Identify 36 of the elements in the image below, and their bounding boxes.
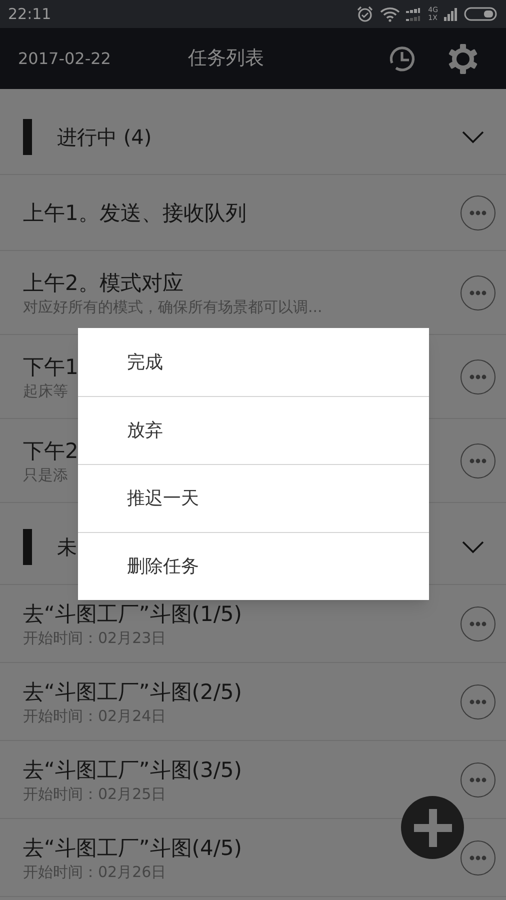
- more-options-icon[interactable]: [460, 606, 496, 642]
- task-title: 去“斗图工厂”斗图(3/5): [23, 756, 242, 784]
- section-marker: [23, 528, 32, 564]
- battery-icon: [464, 6, 498, 22]
- task-title: 上午1。发送、接收队列: [23, 200, 246, 226]
- alarm-icon: [356, 5, 374, 23]
- more-options-icon[interactable]: [460, 840, 496, 876]
- section-title: 未: [57, 534, 78, 560]
- chevron-icon[interactable]: [461, 129, 485, 145]
- more-options-icon[interactable]: [460, 762, 496, 798]
- more-options-icon[interactable]: [460, 194, 496, 230]
- task-title: 上午2。模式对应: [23, 270, 184, 296]
- current-date: 2017-02-22: [18, 48, 112, 70]
- wifi-icon: [380, 6, 400, 22]
- task-title: 下午1: [23, 354, 78, 380]
- chevron-icon[interactable]: [461, 538, 485, 554]
- section-title: 进行中 (4): [57, 124, 153, 151]
- task-title: 去“斗图工厂”斗图(4/5): [23, 834, 242, 862]
- more-options-icon[interactable]: [460, 274, 496, 310]
- more-options-icon[interactable]: [460, 358, 496, 394]
- section-marker: [23, 119, 32, 155]
- menu-item[interactable]: 放弃: [78, 396, 429, 464]
- settings-icon[interactable]: [447, 42, 479, 74]
- clock-time: 22:11: [8, 4, 52, 25]
- plus-icon: [414, 808, 452, 846]
- task-title: 去“斗图工厂”斗图(2/5): [23, 678, 242, 706]
- screen-title: 任务列表: [188, 46, 265, 72]
- task-title: 下午2: [23, 438, 78, 464]
- menu-item[interactable]: 删除任务: [78, 532, 429, 600]
- task-title: 去“斗图工厂”斗图(1/5): [23, 600, 242, 628]
- more-options-icon[interactable]: [460, 442, 496, 478]
- clock-icon[interactable]: [387, 44, 417, 74]
- signal-icon: [444, 7, 458, 21]
- menu-item[interactable]: 完成: [78, 328, 429, 396]
- menu-item[interactable]: 推迟一天: [78, 464, 429, 532]
- more-options-icon[interactable]: [460, 684, 496, 720]
